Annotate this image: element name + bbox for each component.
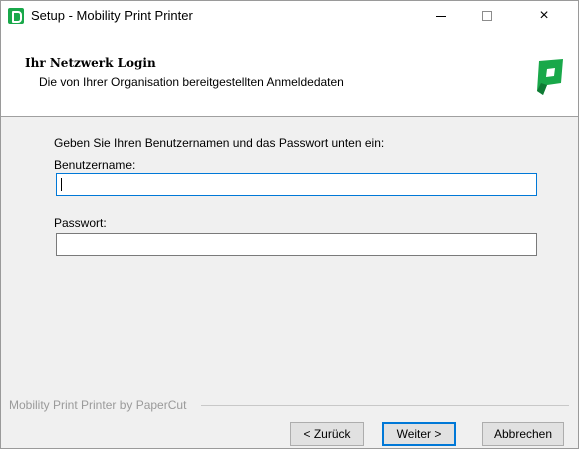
instruction-text: Geben Sie Ihren Benutzernamen und das Pa… (54, 136, 385, 150)
text-caret (61, 178, 62, 191)
papercut-logo-icon (537, 59, 563, 95)
footer-brand-text: Mobility Print Printer by PaperCut (9, 398, 187, 412)
title-bar: Setup - Mobility Print Printer × (1, 1, 578, 31)
close-button[interactable]: × (510, 1, 578, 31)
page-subtitle: Die von Ihrer Organisation bereitgestell… (39, 75, 344, 89)
footer-divider (201, 405, 569, 406)
maximize-button[interactable] (464, 1, 510, 31)
back-button[interactable]: < Zurück (290, 422, 364, 446)
setup-window: Setup - Mobility Print Printer × Ihr Net… (0, 0, 579, 449)
password-label: Passwort: (54, 216, 107, 230)
page-title: Ihr Netzwerk Login (25, 56, 156, 70)
minimize-button[interactable] (418, 1, 464, 31)
maximize-icon (482, 11, 492, 21)
window-title: Setup - Mobility Print Printer (31, 8, 193, 23)
cancel-button[interactable]: Abbrechen (482, 422, 564, 446)
papercut-app-icon (8, 8, 24, 24)
close-icon: × (539, 7, 549, 24)
next-button[interactable]: Weiter > (382, 422, 456, 446)
username-input[interactable] (56, 173, 537, 196)
password-input[interactable] (56, 233, 537, 256)
wizard-header: Ihr Netzwerk Login Die von Ihrer Organis… (1, 31, 578, 117)
username-label: Benutzername: (54, 158, 136, 172)
minimize-icon (436, 15, 446, 17)
